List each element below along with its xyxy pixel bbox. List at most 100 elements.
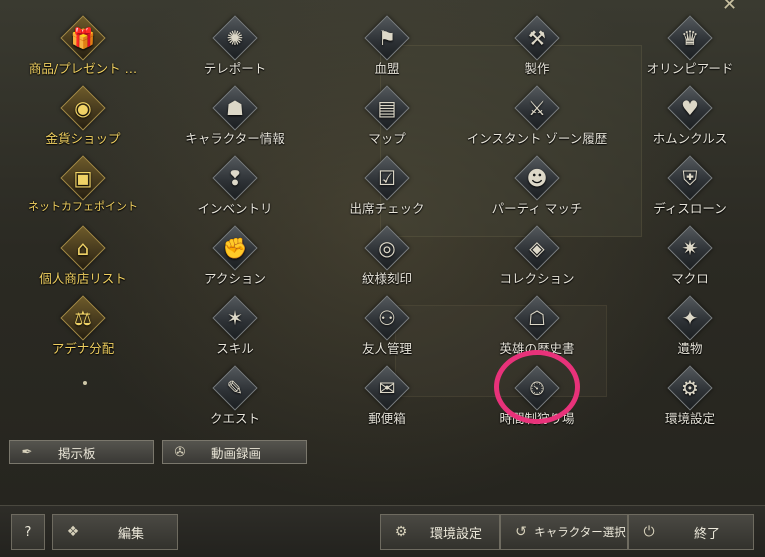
mail-icon: ✉ [378, 376, 396, 400]
menu-label: クエスト [209, 411, 260, 426]
menu-item-gold-shop[interactable]: ◉ 金貨ショップ [8, 78, 158, 146]
edit-label: 編集 [117, 526, 144, 542]
menu-item-net-cafe[interactable]: ▣ ネットカフェポイント [8, 148, 158, 216]
menu-label: パーティ マッチ [491, 201, 583, 216]
menu-item-gift[interactable]: 🎁 商品/プレゼント … [8, 8, 158, 76]
help-button[interactable]: ? [11, 514, 45, 550]
video-record-button[interactable]: ✇ 動画録画 [162, 440, 307, 464]
menu-label: アクション [204, 271, 266, 286]
menu-item-mailbox[interactable]: ✉ 郵便箱 [312, 358, 462, 426]
quest-scroll-icon: ✎ [226, 376, 244, 400]
character-icon: ☗ [226, 96, 244, 120]
menu-label: アデナ分配 [51, 341, 115, 356]
macro-icon: ✷ [681, 236, 699, 260]
menu-item-map[interactable]: ▤ マップ [312, 78, 462, 146]
menu-item-party-match[interactable]: ☻ パーティ マッチ [462, 148, 612, 216]
menu-label: オリンピアード [646, 61, 734, 76]
empty-slot-dot [83, 381, 87, 385]
crossed-swords-icon: ⚔ [528, 96, 546, 120]
menu-item-character-info[interactable]: ☗ キャラクター情報 [160, 78, 310, 146]
menu-item-skill[interactable]: ✶ スキル [160, 288, 310, 356]
board-label: 掲示板 [58, 445, 96, 461]
menu-label: コレクション [499, 271, 575, 286]
menu-label: インベントリ [197, 201, 273, 216]
return-icon: ↺ [515, 524, 527, 540]
character-select-label: キャラクター選択 [534, 525, 626, 539]
menu-item-hero-history[interactable]: ☖ 英雄の歴史書 [462, 288, 612, 356]
film-reel-icon: ✇ [174, 444, 186, 460]
menu-item-quest[interactable]: ✎ クエスト [160, 358, 310, 426]
menu-item-teleport[interactable]: ✺ テレポート [160, 8, 310, 76]
olympiad-icon: ♛ [681, 26, 699, 50]
menu-item-instant-zone[interactable]: ⚔ インスタント ゾーン履歴 [462, 78, 612, 146]
menu-item-olympiad[interactable]: ♛ オリンピアード [615, 8, 765, 76]
quit-button[interactable]: ⏻ 終了 [628, 514, 754, 550]
menu-item-inventory[interactable]: ❢ インベントリ [160, 148, 310, 216]
edit-button[interactable]: ❖ 編集 [52, 514, 178, 550]
menu-label: 出席チェック [349, 201, 425, 216]
menu-item-clan[interactable]: ⚑ 血盟 [312, 8, 462, 76]
heart-icon: ♥ [681, 96, 699, 120]
net-cafe-icon: ▣ [73, 166, 93, 190]
menu-item-collection[interactable]: ◈ コレクション [462, 218, 612, 286]
quit-label: 終了 [693, 526, 720, 542]
menu-item-private-shop[interactable]: ⌂ 個人商店リスト [8, 218, 158, 286]
scales-icon: ⚖ [74, 306, 92, 330]
menu-item-adena-distribution[interactable]: ⚖ アデナ分配 [8, 288, 158, 356]
pattern-seal-icon: ◎ [378, 236, 396, 260]
board-button[interactable]: ✒ 掲示板 [9, 440, 154, 464]
menu-label: マップ [368, 131, 406, 146]
menu-item-homunculus[interactable]: ♥ ホムンクルス [615, 78, 765, 146]
menu-label: インスタント ゾーン履歴 [466, 131, 608, 146]
menu-label: スキル [216, 341, 254, 356]
menu-label: 血盟 [374, 61, 400, 76]
settings-icon: ⚙ [681, 376, 699, 400]
menu-item-dethrone[interactable]: ⛨ ディスローン [615, 148, 765, 216]
relic-icon: ✦ [681, 306, 699, 330]
menu-label: 郵便箱 [368, 411, 406, 426]
menu-item-craft[interactable]: ⚒ 製作 [462, 8, 612, 76]
menu-label: 遺物 [677, 341, 703, 356]
menu-label: 個人商店リスト [39, 271, 127, 286]
menu-label: 金貨ショップ [45, 131, 121, 146]
menu-label: 製作 [524, 61, 550, 76]
dethrone-shield-icon: ⛨ [682, 166, 698, 190]
inventory-bag-icon: ❢ [226, 166, 244, 190]
quill-icon: ✒ [21, 444, 33, 460]
menu-label: 商品/プレゼント … [28, 61, 138, 76]
friends-icon: ⚇ [378, 306, 396, 330]
action-fist-icon: ✊ [222, 236, 248, 260]
hammers-icon: ⚒ [528, 26, 546, 50]
teleport-swirl-icon: ✺ [226, 26, 244, 50]
menu-item-settings[interactable]: ⚙ 環境設定 [615, 358, 765, 426]
main-menu-grid: 🎁 商品/プレゼント … ✺ テレポート ⚑ 血盟 ⚒ 製作 ♛ オリンピアード… [0, 0, 765, 430]
menu-item-attendance[interactable]: ☑ 出席チェック [312, 148, 462, 216]
menu-item-action[interactable]: ✊ アクション [160, 218, 310, 286]
menu-label: テレポート [203, 61, 267, 76]
gold-coin-icon: ◉ [74, 96, 92, 120]
power-icon: ⏻ [643, 524, 655, 540]
menu-item-pattern[interactable]: ◎ 紋様刻印 [312, 218, 462, 286]
gear-icon: ⚙ [394, 524, 408, 540]
party-icon: ☻ [526, 166, 548, 190]
menu-item-friends[interactable]: ⚇ 友人管理 [312, 288, 462, 356]
menu-label: キャラクター情報 [185, 131, 285, 146]
settings-label: 環境設定 [429, 526, 482, 542]
hero-book-icon: ☖ [528, 306, 546, 330]
attendance-icon: ☑ [378, 166, 396, 190]
menu-item-macro[interactable]: ✷ マクロ [615, 218, 765, 286]
menu-item-relic[interactable]: ✦ 遺物 [615, 288, 765, 356]
menu-label: ネットカフェポイント [28, 200, 138, 213]
shop-icon: ⌂ [76, 236, 90, 260]
map-icon: ▤ [377, 96, 397, 120]
help-label: ? [24, 524, 32, 540]
menu-label: 友人管理 [361, 341, 412, 356]
collection-icon: ◈ [529, 236, 545, 260]
character-select-button[interactable]: ↺ キャラクター選択 [500, 514, 628, 550]
menu-label: 環境設定 [664, 411, 715, 426]
menu-label: マクロ [671, 271, 709, 286]
settings-button[interactable]: ⚙ 環境設定 [380, 514, 500, 550]
menu-label: 紋様刻印 [361, 271, 412, 286]
edit-check-icon: ❖ [66, 524, 80, 540]
skill-book-icon: ✶ [226, 306, 244, 330]
